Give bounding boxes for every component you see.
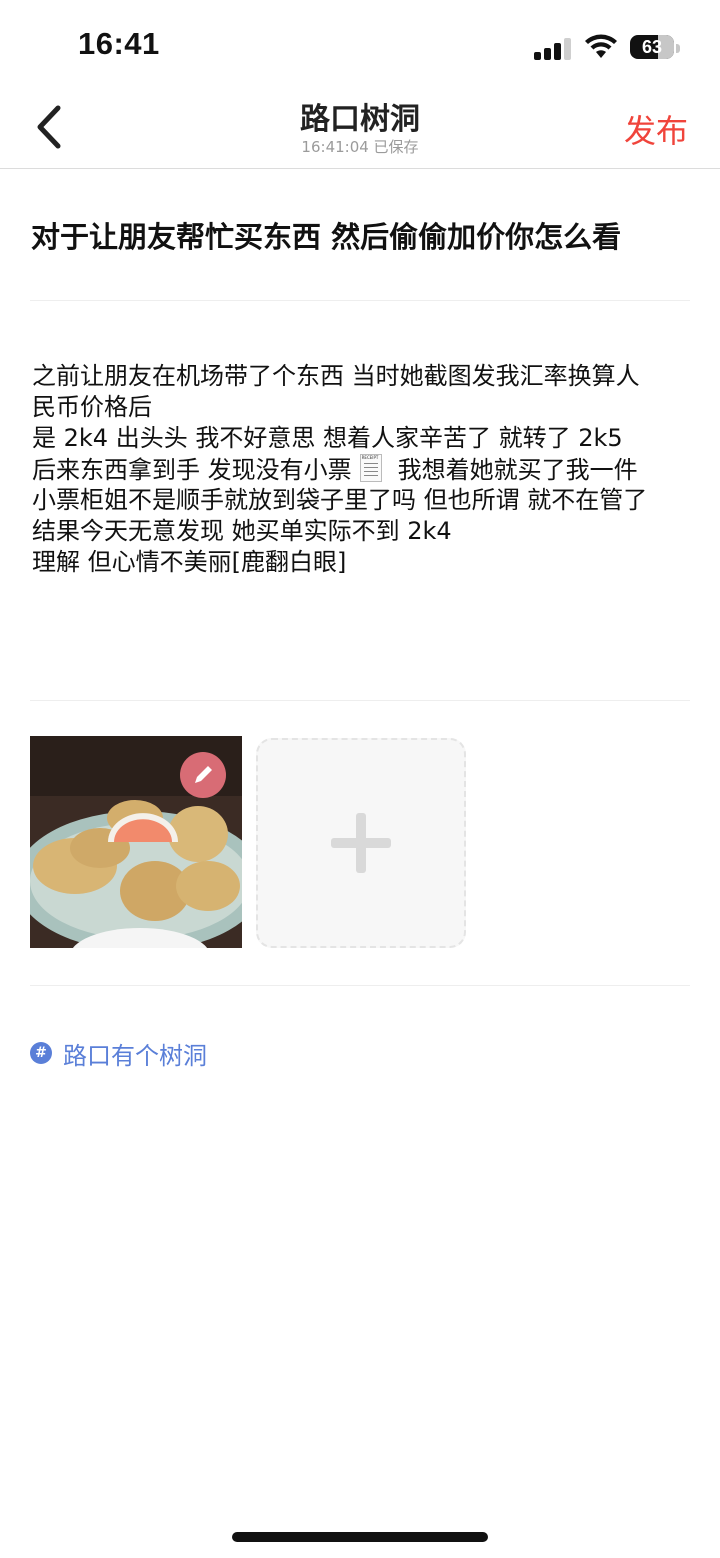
body-line-with-emoji: 后来东西拿到手 发现没有小票 RECEIPT 我想着她就买了我一件 — [32, 454, 692, 485]
body-line: 之前让朋友在机场带了个东西 当时她截图发我汇率换算人 — [32, 362, 640, 390]
body-divider — [30, 700, 690, 701]
body-text: 我想着她就买了我一件 — [397, 456, 638, 484]
nav-divider — [0, 168, 720, 169]
compose-screen: 16:41 63 路口树洞 16:41:04 已保存 发布 对于让朋友帮忙买东西… — [0, 0, 720, 1558]
home-indicator[interactable] — [232, 1532, 488, 1542]
cellular-signal-icon — [534, 36, 574, 60]
body-line: 民币价格后 — [32, 393, 152, 421]
publish-button[interactable]: 发布 — [624, 106, 688, 152]
add-photo-button[interactable] — [256, 738, 466, 948]
body-line: 小票柜姐不是顺手就放到袋子里了吗 但也所谓 就不在管了 — [32, 486, 648, 514]
hashtag-icon: # — [30, 1042, 52, 1064]
post-body-input[interactable]: 之前让朋友在机场带了个东西 当时她截图发我汇率换算人 民币价格后 是 2k4 出… — [32, 361, 692, 578]
body-text: 后来东西拿到手 发现没有小票 — [32, 456, 352, 484]
post-title-input[interactable]: 对于让朋友帮忙买东西 然后偷偷加价你怎么看 — [31, 214, 621, 256]
body-line: 结果今天无意发现 她买单实际不到 2k4 — [32, 517, 452, 545]
edit-photo-button[interactable] — [180, 752, 226, 798]
save-status: 16:41:04 已保存 — [301, 138, 419, 156]
page-title: 路口树洞 — [300, 102, 420, 137]
status-time: 16:41 — [78, 26, 160, 61]
body-line: 理解 但心情不美丽[鹿翻白眼] — [32, 548, 347, 576]
receipt-emoji-icon: RECEIPT — [359, 454, 382, 482]
wifi-icon — [585, 34, 617, 58]
media-divider — [30, 985, 690, 986]
pencil-icon — [195, 766, 212, 783]
battery-icon: 63 — [630, 35, 674, 59]
topic-label: 路口有个树洞 — [63, 1042, 207, 1070]
title-divider — [30, 300, 690, 301]
body-line: 是 2k4 出头头 我不好意思 想着人家辛苦了 就转了 2k5 — [32, 424, 623, 452]
battery-percent: 63 — [641, 37, 663, 57]
